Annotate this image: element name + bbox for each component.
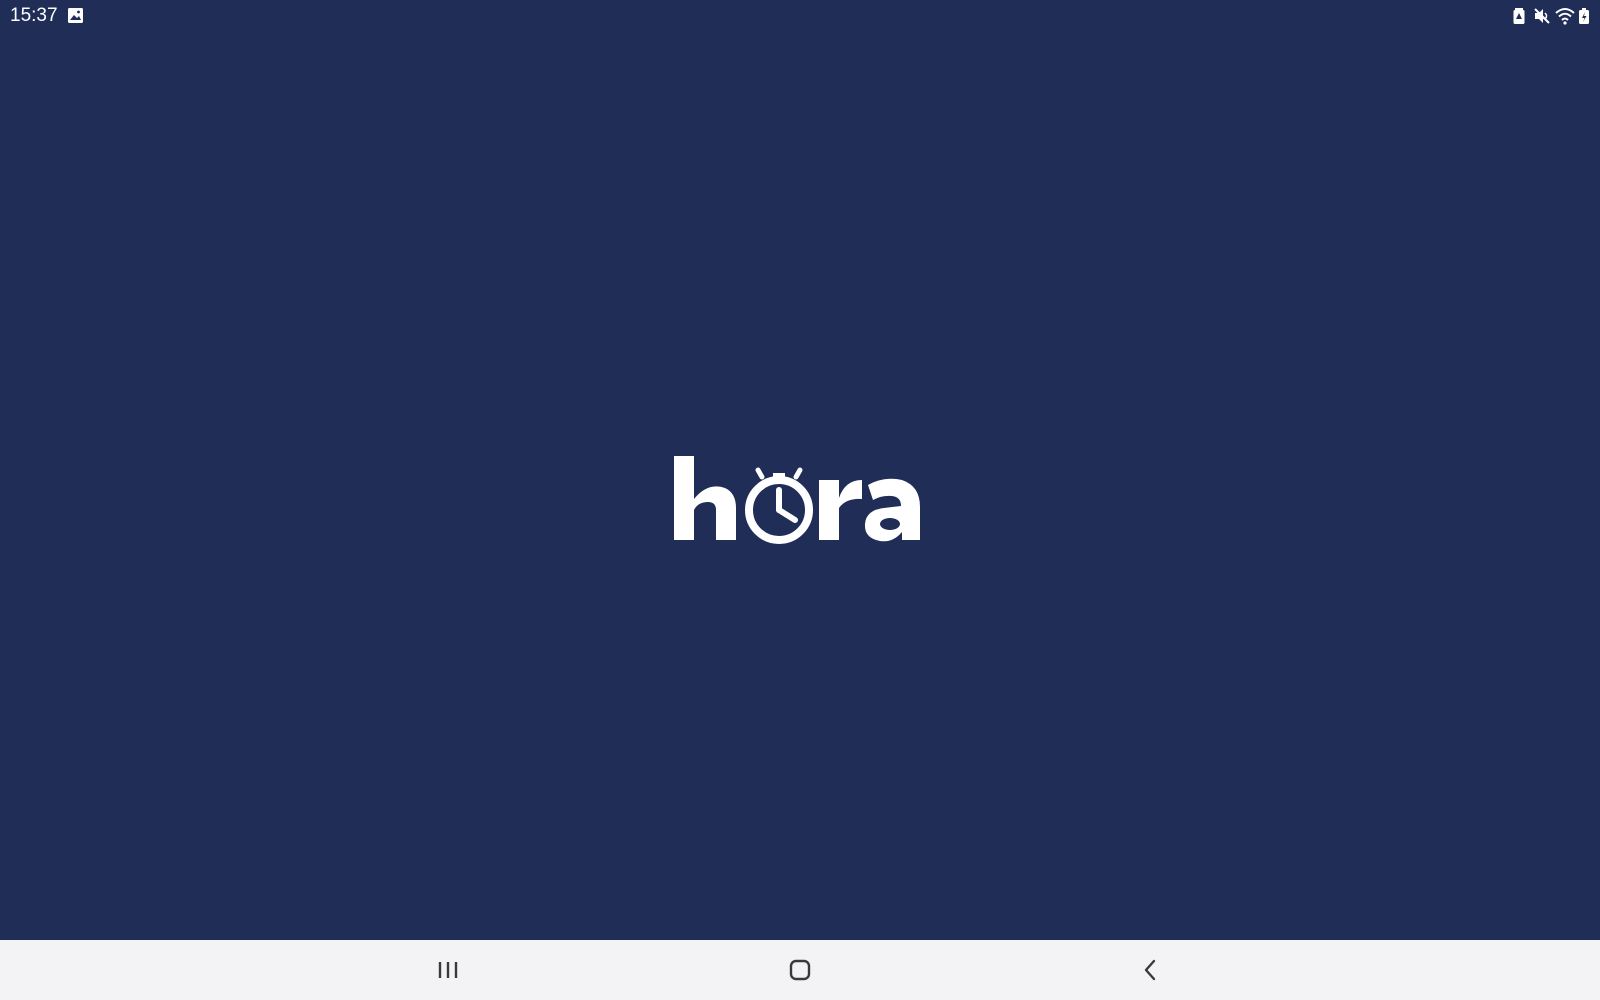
status-time: 15:37 [10, 5, 58, 26]
logo-letter-a [864, 478, 920, 542]
home-button[interactable] [755, 940, 845, 1000]
stopwatch-icon [745, 467, 813, 544]
status-bar: 15:37 [0, 0, 1600, 32]
splash-screen: 15:37 hora [0, 0, 1600, 1000]
recents-button[interactable] [403, 940, 493, 1000]
home-icon [789, 959, 811, 981]
mute-icon [1534, 8, 1550, 24]
logo-letter-h: hora [674, 456, 736, 540]
logo-letter-r [819, 480, 862, 540]
hora-logo: hora [674, 456, 920, 544]
battery-saver-icon [1513, 8, 1525, 24]
wifi-icon [1555, 8, 1575, 25]
navigation-bar [0, 940, 1600, 1000]
image-notification-icon [68, 8, 83, 23]
recents-icon [438, 962, 458, 978]
back-icon [1144, 959, 1156, 981]
battery-icon [1579, 8, 1589, 24]
back-button[interactable] [1105, 940, 1195, 1000]
